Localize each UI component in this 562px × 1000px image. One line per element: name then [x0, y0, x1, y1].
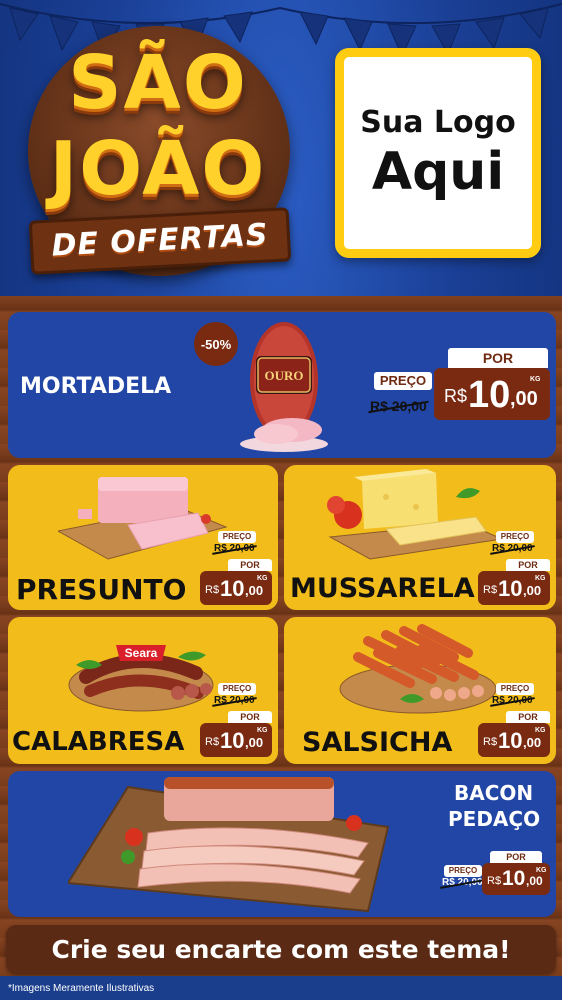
old-price: R$ 20,00: [492, 695, 533, 706]
price-currency: R$: [483, 736, 498, 748]
price-unit: KG: [535, 727, 546, 734]
product-card-mussarela: PREÇO R$ 20,00 POR R$ 10 ,00 KG MUSSAREL…: [284, 465, 556, 610]
price-integer: 10: [468, 374, 511, 416]
price-cents: ,00: [526, 874, 543, 888]
old-price: R$ 20,00: [442, 877, 483, 888]
title-line-1: SÃO: [68, 40, 248, 126]
price-box: R$ 10 ,00 KG: [200, 723, 272, 757]
por-label: POR: [228, 711, 272, 723]
bacon-image: [68, 777, 390, 913]
price-currency: R$: [205, 584, 220, 596]
preco-label: PREÇO: [218, 531, 256, 543]
product-name: CALABRESA: [12, 727, 185, 757]
logo-text-line-1: Sua Logo: [360, 104, 516, 140]
price-unit: KG: [536, 867, 547, 874]
salsicha-image: [339, 624, 497, 714]
presunto-image: [58, 477, 228, 560]
price-box: R$ 10 ,00 KG: [482, 863, 550, 895]
price-cents: ,00: [523, 735, 542, 750]
preco-label: PREÇO: [218, 683, 256, 695]
product-name: PRESUNTO: [16, 573, 187, 606]
price-box: R$ 10 ,00 KG: [478, 723, 550, 757]
price-unit: KG: [530, 376, 541, 383]
price-currency: R$: [444, 386, 468, 406]
price-currency: R$: [205, 736, 220, 748]
mussarela-image: [327, 469, 504, 560]
calabresa-brand: Seara: [125, 646, 158, 660]
title-line-2: JOÃO: [49, 126, 267, 212]
event-title: SÃO JOÃO DE OFERTAS: [8, 18, 308, 276]
price-box: R$ 10 ,00 KG: [478, 571, 550, 605]
price-integer: 10: [498, 728, 523, 753]
title-line-3: DE OFERTAS: [50, 217, 270, 264]
product-name-line-2: PEDAÇO: [448, 807, 541, 831]
price-integer: 10: [220, 576, 245, 601]
old-price: R$ 20,00: [214, 543, 255, 554]
price-unit: KG: [257, 575, 268, 582]
price-unit: KG: [257, 727, 268, 734]
price-currency: R$: [483, 584, 498, 596]
price-cents: ,00: [245, 735, 264, 750]
discount-badge: -50%: [194, 322, 238, 366]
product-name: MUSSARELA: [290, 573, 475, 604]
por-label: POR: [228, 559, 272, 571]
mortadela-image: OURO: [240, 322, 328, 452]
preco-label: PREÇO: [496, 531, 534, 543]
price-integer: 10: [502, 867, 526, 890]
preco-label: PREÇO: [374, 372, 432, 390]
price-currency: R$: [487, 875, 502, 887]
disclaimer: *Imagens Meramente Ilustrativas: [8, 983, 155, 994]
price-integer: 10: [220, 728, 245, 753]
old-price: R$ 20,00: [370, 398, 427, 414]
flyer: SÃO JOÃO DE OFERTAS Sua Logo Aqui MORTAD…: [0, 0, 562, 1000]
por-label: POR: [506, 559, 550, 571]
product-card-salsicha: PREÇO R$ 20,00 POR R$ 10 ,00 KG SALSICHA: [284, 617, 556, 764]
por-label: POR: [490, 851, 542, 863]
price-box: R$ 10 ,00 KG: [200, 571, 272, 605]
cta-banner: Crie seu encarte com este tema!: [6, 925, 556, 973]
logo-placeholder: Sua Logo Aqui: [335, 48, 541, 258]
price-integer: 10: [498, 576, 523, 601]
price-cents: ,00: [245, 583, 264, 598]
product-name-line-1: BACON: [454, 781, 534, 805]
logo-text-line-2: Aqui: [371, 141, 505, 202]
price-cents: ,00: [510, 388, 538, 410]
preco-label: PREÇO: [444, 865, 482, 877]
calabresa-image: Seara: [68, 645, 214, 712]
product-name: SALSICHA: [302, 727, 453, 758]
price-cents: ,00: [523, 583, 542, 598]
por-label: POR: [506, 711, 550, 723]
por-label: POR: [448, 348, 548, 368]
mortadela-brand: OURO: [265, 368, 304, 383]
old-price: R$ 20,00: [214, 695, 255, 706]
product-name: MORTADELA: [20, 374, 172, 399]
old-price: R$ 20,00: [492, 543, 533, 554]
price-unit: KG: [535, 575, 546, 582]
preco-label: PREÇO: [496, 683, 534, 695]
product-card-presunto: PREÇO R$ 20,00 POR R$ 10 ,00 KG PRESUNTO: [8, 465, 278, 610]
product-card-mortadela: MORTADELA -50% OURO PREÇO R$ 20,00 POR R…: [8, 312, 556, 458]
price-box: R$ 10 ,00 KG: [434, 368, 550, 420]
product-card-bacon: BACON PEDAÇO PREÇO R$ 20,00 POR R$ 10 ,0…: [8, 771, 556, 917]
product-card-calabresa: Seara PREÇO R$ 20,00 POR R$ 10 ,00 KG CA…: [8, 617, 278, 764]
